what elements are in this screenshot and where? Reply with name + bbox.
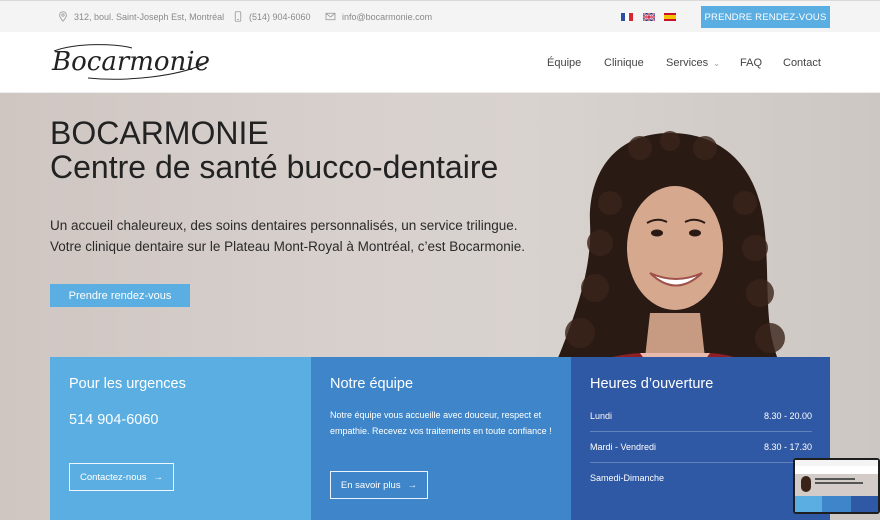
address-link[interactable]: 312, boul. Saint-Joseph Est, Montréal xyxy=(58,11,224,22)
email-link[interactable]: info@bocarmonie.com xyxy=(325,11,432,22)
nav-faq[interactable]: FAQ xyxy=(740,57,762,69)
address-text: 312, boul. Saint-Joseph Est, Montréal xyxy=(74,11,225,22)
hero-title-line1: BOCARMONIE xyxy=(50,115,269,151)
emergency-phone[interactable]: 514 904-6060 xyxy=(69,412,159,428)
chevron-down-icon: ⌄ xyxy=(713,58,720,68)
mail-icon xyxy=(325,12,336,21)
team-title: Notre équipe xyxy=(330,376,414,392)
team-text: Notre équipe vous accueille avec douceur… xyxy=(330,410,552,436)
nav-contact[interactable]: Contact xyxy=(783,57,821,69)
emergency-title: Pour les urgences xyxy=(69,376,186,392)
nav-clinique[interactable]: Clinique xyxy=(604,57,644,69)
nav-services[interactable]: Services ⌄ xyxy=(666,57,720,69)
contact-us-button[interactable]: Contactez-nous → xyxy=(69,463,174,491)
flag-en-icon[interactable] xyxy=(643,13,655,21)
hours-row: Lundi 8.30 - 20.00 xyxy=(590,411,812,421)
email-text: info@bocarmonie.com xyxy=(342,11,433,22)
hours-title: Heures d’ouverture xyxy=(590,376,714,392)
learn-more-label: En savoir plus xyxy=(340,479,401,491)
svg-text:Bocarmonie: Bocarmonie xyxy=(51,47,210,77)
hero-subtitle-line1: Un accueil chaleureux, des soins dentair… xyxy=(50,218,518,233)
flag-fr-icon[interactable] xyxy=(621,13,633,21)
screen-preview-thumbnail[interactable] xyxy=(793,458,880,514)
contact-us-label: Contactez-nous xyxy=(79,471,147,483)
hero-section: BOCARMONIE Centre de santé bucco-dentair… xyxy=(0,93,880,520)
main-header: Bocarmonie Équipe Clinique Services ⌄ FA… xyxy=(0,32,880,93)
divider xyxy=(590,462,812,463)
phone-link[interactable]: (514) 904-6060 xyxy=(233,11,311,22)
hours-panel: Heures d’ouverture Lundi 8.30 - 20.00 Ma… xyxy=(571,357,830,520)
preview-screen xyxy=(795,460,878,512)
bocarmonie-logo[interactable]: Bocarmonie xyxy=(48,36,210,86)
team-panel: Notre équipe Notre équipe vous accueille… xyxy=(311,357,571,520)
hero-subtitle-line2: Votre clinique dentaire sur le Plateau M… xyxy=(50,239,525,254)
location-pin-icon xyxy=(59,11,67,22)
hero-title: BOCARMONIE Centre de santé bucco-dentair… xyxy=(50,116,498,184)
hours-row: Mardi - Vendredi 8.30 - 17.30 xyxy=(590,442,812,452)
hours-time: 8.30 - 20.00 xyxy=(763,411,812,421)
hero-subtitle: Un accueil chaleureux, des soins dentair… xyxy=(50,215,525,257)
arrow-right-icon: → xyxy=(153,471,164,483)
book-appointment-hero-button[interactable]: Prendre rendez-vous xyxy=(50,284,190,307)
nav-equipe[interactable]: Équipe xyxy=(547,57,581,69)
divider xyxy=(590,431,812,432)
learn-more-button[interactable]: En savoir plus → xyxy=(330,471,428,499)
phone-text: (514) 904-6060 xyxy=(249,11,311,22)
hours-day: Lundi xyxy=(590,411,613,421)
emergency-panel: Pour les urgences 514 904-6060 Contactez… xyxy=(50,357,311,520)
flag-es-icon[interactable] xyxy=(664,13,676,21)
hours-day: Samedi-Dimanche xyxy=(590,473,665,483)
book-appointment-top-button[interactable]: PRENDRE RENDEZ-VOUS xyxy=(701,6,830,28)
nav-services-label: Services xyxy=(666,57,709,69)
hero-title-line2: Centre de santé bucco-dentaire xyxy=(50,149,499,185)
phone-icon xyxy=(234,11,242,22)
page: 312, boul. Saint-Joseph Est, Montréal (5… xyxy=(0,0,880,520)
top-bar: 312, boul. Saint-Joseph Est, Montréal (5… xyxy=(0,0,880,32)
hours-row: Samedi-Dimanche Fe xyxy=(590,473,812,483)
hours-time: 8.30 - 17.30 xyxy=(763,442,812,452)
hours-day: Mardi - Vendredi xyxy=(590,442,657,452)
arrow-right-icon: → xyxy=(407,479,418,491)
